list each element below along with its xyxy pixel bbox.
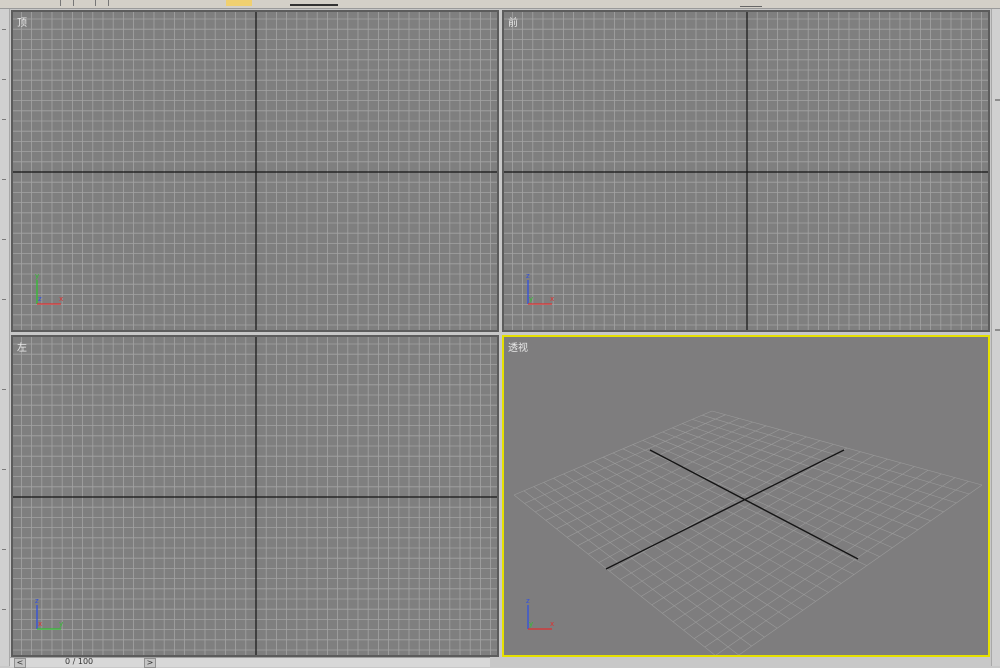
svg-text:z: z: [35, 597, 39, 605]
svg-text:y: y: [529, 620, 533, 628]
toolbar-button[interactable]: [95, 0, 109, 6]
axis-gizmo-icon: z x y: [526, 597, 554, 630]
viewport-left[interactable]: 左 z y x: [11, 335, 499, 657]
svg-text:x: x: [38, 620, 42, 628]
viewport-front[interactable]: 前 z x y: [502, 10, 990, 332]
viewport-label[interactable]: 前: [508, 14, 518, 29]
time-slider-next-button[interactable]: >: [144, 658, 156, 668]
viewport-label[interactable]: 顶: [17, 14, 27, 29]
viewport-perspective[interactable]: 透视 z x y: [502, 335, 990, 657]
toolbar-button[interactable]: [60, 0, 74, 6]
svg-text:z: z: [38, 295, 42, 303]
svg-text:x: x: [59, 295, 63, 303]
axis-gizmo-icon: z y x: [35, 597, 63, 630]
viewport-grid: [13, 337, 497, 655]
toolbar-button[interactable]: [740, 0, 762, 7]
toolbar-button-group[interactable]: [290, 4, 338, 6]
svg-text:x: x: [550, 620, 554, 628]
perspective-grid: [504, 337, 988, 655]
svg-text:z: z: [526, 272, 530, 280]
viewport-top[interactable]: 顶 y x z: [11, 10, 499, 332]
time-slider-prev-button[interactable]: <: [14, 658, 26, 668]
svg-text:y: y: [59, 620, 63, 628]
svg-text:y: y: [529, 295, 533, 303]
toolbar-select-icon[interactable]: [226, 0, 252, 6]
left-command-strip: [0, 9, 10, 666]
axis-gizmo-icon: z x y: [526, 272, 554, 305]
main-toolbar: [0, 0, 1000, 9]
svg-text:y: y: [35, 272, 39, 280]
time-slider-position: 0 / 100: [65, 657, 94, 666]
viewport-grid: [13, 12, 497, 330]
viewport-label[interactable]: 左: [17, 339, 27, 354]
svg-text:z: z: [526, 597, 530, 605]
viewport-label[interactable]: 透视: [508, 339, 528, 354]
axis-gizmo-icon: y x z: [35, 272, 63, 305]
viewport-grid: [504, 12, 988, 330]
svg-text:x: x: [550, 295, 554, 303]
right-command-strip: [991, 9, 1000, 666]
